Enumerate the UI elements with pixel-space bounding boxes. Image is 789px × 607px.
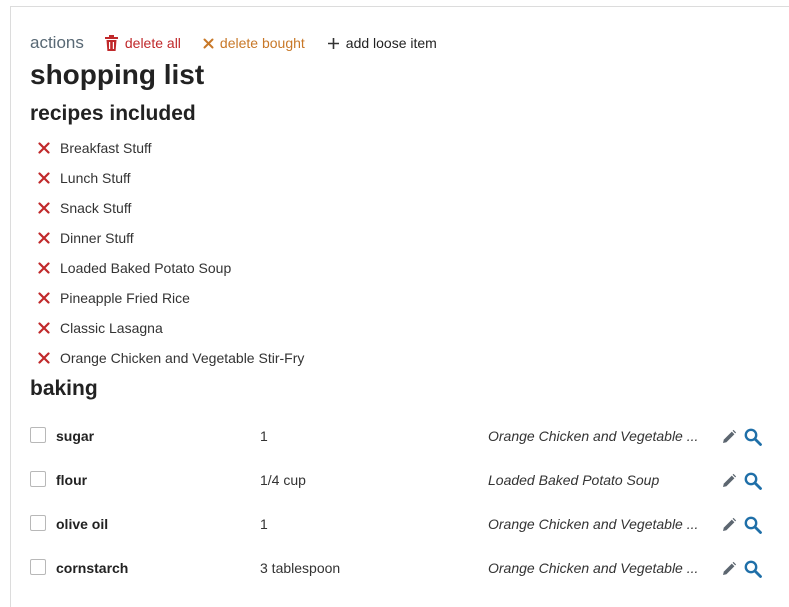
item-recipe: Orange Chicken and Vegetable ... [488, 428, 699, 444]
item-recipe: Orange Chicken and Vegetable ... [488, 560, 699, 576]
bought-checkbox[interactable] [30, 471, 46, 487]
recipe-item: Orange Chicken and Vegetable Stir-Fry [38, 343, 304, 373]
list-item: sugar 1 Orange Chicken and Vegetable ... [30, 413, 770, 457]
item-quantity: 3 tablespoon [260, 560, 341, 576]
item-quantity: 1 [260, 428, 268, 444]
actions-label: actions [30, 33, 84, 52]
remove-recipe-close-icon[interactable] [38, 202, 50, 214]
bought-checkbox[interactable] [30, 515, 46, 531]
list-item: cornstarch 3 tablespoon Orange Chicken a… [30, 545, 770, 589]
bought-checkbox[interactable] [30, 427, 46, 443]
remove-recipe-close-icon[interactable] [38, 172, 50, 184]
remove-recipe-close-icon[interactable] [38, 142, 50, 154]
pencil-icon[interactable] [721, 473, 737, 492]
recipe-item: Classic Lasagna [38, 313, 304, 343]
recipe-item: Breakfast Stuff [38, 133, 304, 163]
close-icon [203, 38, 214, 48]
pencil-icon[interactable] [721, 517, 737, 536]
item-name: olive oil [56, 516, 109, 532]
remove-recipe-close-icon[interactable] [38, 322, 50, 334]
pencil-icon[interactable] [721, 561, 737, 580]
recipe-name: Lunch Stuff [60, 170, 131, 186]
category-heading: baking [30, 377, 98, 400]
search-icon[interactable] [744, 516, 762, 537]
remove-recipe-close-icon[interactable] [38, 232, 50, 244]
recipe-name: Loaded Baked Potato Soup [60, 260, 232, 276]
recipes-heading: recipes included [30, 102, 196, 125]
delete-all-button[interactable]: delete all [104, 35, 181, 51]
trash-icon [104, 35, 118, 51]
recipe-item: Snack Stuff [38, 193, 304, 223]
list-item: olive oil 1 Orange Chicken and Vegetable… [30, 501, 770, 545]
recipe-name: Breakfast Stuff [60, 140, 152, 156]
pencil-icon[interactable] [721, 429, 737, 448]
item-quantity: 1 [260, 516, 268, 532]
add-loose-item-label: add loose item [345, 35, 437, 51]
search-icon[interactable] [744, 472, 762, 493]
item-recipe: Orange Chicken and Vegetable ... [488, 516, 699, 532]
search-icon[interactable] [744, 428, 762, 449]
remove-recipe-close-icon[interactable] [38, 262, 50, 274]
recipe-item: Lunch Stuff [38, 163, 304, 193]
list-item: flour 1/4 cup Loaded Baked Potato Soup [30, 457, 770, 501]
recipe-item: Pineapple Fried Rice [38, 283, 304, 313]
item-quantity: 1/4 cup [260, 472, 306, 488]
bought-checkbox[interactable] [30, 559, 46, 575]
plus-icon [327, 37, 339, 49]
recipe-list: Breakfast Stuff Lunch Stuff Snack Stuff … [38, 133, 304, 373]
remove-recipe-close-icon[interactable] [38, 292, 50, 304]
page-title: shopping list [30, 59, 205, 90]
item-recipe: Loaded Baked Potato Soup [488, 472, 660, 488]
delete-bought-button[interactable]: delete bought [203, 35, 305, 51]
recipe-item: Loaded Baked Potato Soup [38, 253, 304, 283]
recipe-name: Orange Chicken and Vegetable Stir-Fry [60, 350, 305, 366]
actions-bar: actions delete all delete bought add loo… [30, 32, 459, 54]
recipe-item: Dinner Stuff [38, 223, 304, 253]
add-loose-item-button[interactable]: add loose item [327, 35, 437, 51]
remove-recipe-close-icon[interactable] [38, 352, 50, 364]
search-icon[interactable] [744, 560, 762, 581]
recipe-name: Pineapple Fried Rice [60, 290, 190, 306]
delete-bought-label: delete bought [219, 35, 305, 51]
recipe-name: Classic Lasagna [60, 320, 163, 336]
delete-all-label: delete all [124, 35, 181, 51]
recipe-name: Dinner Stuff [60, 230, 134, 246]
recipe-name: Snack Stuff [60, 200, 132, 216]
item-name: cornstarch [56, 560, 129, 576]
item-name: flour [56, 472, 88, 488]
item-name: sugar [56, 428, 95, 444]
item-list: sugar 1 Orange Chicken and Vegetable ...… [30, 413, 770, 589]
